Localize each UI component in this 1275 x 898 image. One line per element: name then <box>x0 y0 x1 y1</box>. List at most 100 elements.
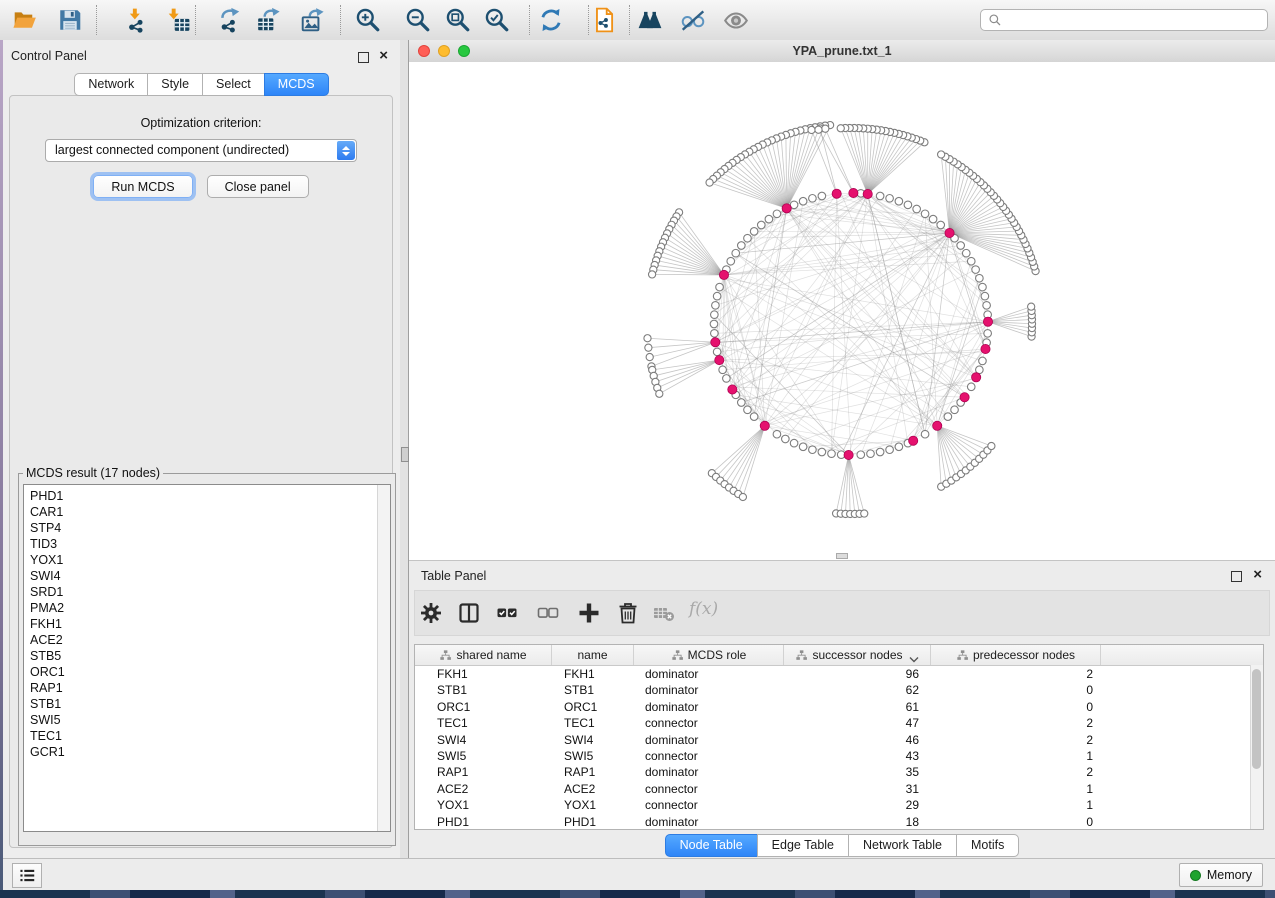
mcds-result-item[interactable]: SWI5 <box>30 712 390 728</box>
share-document-icon[interactable] <box>591 7 617 33</box>
table-row[interactable]: TEC1TEC1connector472 <box>415 715 1263 731</box>
tree-icon <box>671 649 684 662</box>
table-cell: 35 <box>784 764 931 780</box>
mcds-result-item[interactable]: YOX1 <box>30 552 390 568</box>
mcds-result-item[interactable]: TEC1 <box>30 728 390 744</box>
tab-network-table[interactable]: Network Table <box>848 834 957 857</box>
show-eye-icon[interactable] <box>723 7 749 33</box>
table-row[interactable]: YOX1YOX1connector291 <box>415 797 1263 813</box>
column-header-shared-name[interactable]: shared name <box>415 645 552 665</box>
binoculars-icon[interactable] <box>637 7 663 33</box>
zoom-in-icon[interactable] <box>355 7 381 33</box>
mcds-result-item[interactable]: TID3 <box>30 536 390 552</box>
mcds-result-item[interactable]: STB1 <box>30 696 390 712</box>
function-builder-icon[interactable]: f(x) <box>689 599 718 619</box>
table-row[interactable]: ACE2ACE2connector311 <box>415 781 1263 797</box>
column-header-MCDS-role[interactable]: MCDS role <box>634 645 784 665</box>
network-view-canvas[interactable] <box>409 62 1275 560</box>
table-row[interactable]: SWI4SWI4dominator462 <box>415 732 1263 748</box>
list-icon <box>19 868 36 883</box>
mcds-result-item[interactable]: PHD1 <box>30 488 390 504</box>
canvas-splitter-handle[interactable] <box>836 553 848 559</box>
mcds-result-item[interactable]: STB5 <box>30 648 390 664</box>
delete-row-icon[interactable] <box>616 601 640 625</box>
table-row[interactable]: PHD1PHD1dominator180 <box>415 814 1263 830</box>
close-panel-button[interactable]: Close panel <box>207 175 309 198</box>
table-row[interactable]: RAP1RAP1dominator352 <box>415 764 1263 780</box>
float-table-panel-icon[interactable] <box>1231 571 1242 582</box>
table-scrollbar-thumb[interactable] <box>1252 669 1261 769</box>
vertical-splitter[interactable] <box>400 40 409 858</box>
table-cell: 0 <box>931 682 1101 698</box>
run-mcds-button[interactable]: Run MCDS <box>93 175 192 198</box>
float-panel-icon[interactable] <box>358 52 369 63</box>
import-network-icon[interactable] <box>124 7 150 33</box>
deselect-all-icon[interactable] <box>536 601 560 625</box>
export-image-icon[interactable] <box>300 7 326 33</box>
tab-motifs[interactable]: Motifs <box>956 834 1019 857</box>
toolbar-separator <box>340 5 341 35</box>
search-box[interactable] <box>980 9 1268 31</box>
splitter-grip[interactable] <box>401 447 409 462</box>
tab-edge-table[interactable]: Edge Table <box>757 834 849 857</box>
mcds-result-item[interactable]: SWI4 <box>30 568 390 584</box>
tab-node-table[interactable]: Node Table <box>665 834 758 857</box>
mcds-list-scrollbar[interactable] <box>377 485 390 831</box>
tab-select[interactable]: Select <box>202 73 265 96</box>
tab-style[interactable]: Style <box>147 73 203 96</box>
hide-details-icon[interactable] <box>680 7 706 33</box>
table-cell: TEC1 <box>552 715 634 731</box>
select-all-icon[interactable] <box>495 601 519 625</box>
mcds-result-item[interactable]: GCR1 <box>30 744 390 760</box>
table-cell: 2 <box>931 764 1101 780</box>
memory-button[interactable]: Memory <box>1179 863 1263 887</box>
export-table-icon[interactable] <box>256 7 282 33</box>
column-header-name[interactable]: name <box>552 645 634 665</box>
show-column-panel-icon[interactable] <box>457 601 481 625</box>
delete-table-icon[interactable] <box>652 601 676 625</box>
refresh-layout-icon[interactable] <box>538 7 564 33</box>
mcds-result-item[interactable]: CAR1 <box>30 504 390 520</box>
import-table-icon[interactable] <box>165 7 191 33</box>
mcds-result-item[interactable]: ACE2 <box>30 632 390 648</box>
column-header-predecessor-nodes[interactable]: predecessor nodes <box>931 645 1101 665</box>
close-panel-icon[interactable]: × <box>379 50 388 62</box>
table-row[interactable]: STB1STB1dominator620 <box>415 682 1263 698</box>
table-scrollbar[interactable] <box>1250 665 1263 829</box>
add-row-icon[interactable] <box>577 601 601 625</box>
table-row[interactable]: SWI5SWI5connector431 <box>415 748 1263 764</box>
mcds-result-item[interactable]: SRD1 <box>30 584 390 600</box>
column-header-successor-nodes[interactable]: successor nodes <box>784 645 931 665</box>
export-network-icon[interactable] <box>217 7 243 33</box>
table-cell: connector <box>634 797 784 813</box>
task-history-button[interactable] <box>12 863 42 888</box>
save-session-icon[interactable] <box>57 7 83 33</box>
network-window-titlebar[interactable]: YPA_prune.txt_1 <box>409 40 1275 63</box>
mcds-result-item[interactable]: RAP1 <box>30 680 390 696</box>
close-table-panel-icon[interactable]: × <box>1253 569 1262 581</box>
mcds-result-item[interactable]: FKH1 <box>30 616 390 632</box>
tab-network[interactable]: Network <box>74 73 148 96</box>
open-file-icon[interactable] <box>12 7 38 33</box>
optimization-criterion-select[interactable]: largest connected component (undirected) <box>45 139 357 162</box>
table-cell: YOX1 <box>415 797 552 813</box>
table-cell: ACE2 <box>552 781 634 797</box>
table-settings-icon[interactable] <box>419 601 443 625</box>
mcds-result-list[interactable]: PHD1CAR1STP4TID3YOX1SWI4SRD1PMA2FKH1ACE2… <box>23 484 391 832</box>
mcds-button-row: Run MCDS Close panel <box>10 175 392 198</box>
sort-chevron-icon[interactable] <box>909 652 919 659</box>
table-cell: ORC1 <box>415 699 552 715</box>
mcds-result-item[interactable]: ORC1 <box>30 664 390 680</box>
tab-mcds[interactable]: MCDS <box>264 73 329 96</box>
zoom-selected-icon[interactable] <box>484 7 510 33</box>
zoom-out-icon[interactable] <box>405 7 431 33</box>
zoom-fit-icon[interactable] <box>445 7 471 33</box>
mcds-result-item[interactable]: STP4 <box>30 520 390 536</box>
table-row[interactable]: FKH1FKH1dominator962 <box>415 666 1263 682</box>
node-table[interactable]: shared namenameMCDS rolesuccessor nodesp… <box>414 644 1264 830</box>
mcds-result-item[interactable]: PMA2 <box>30 600 390 616</box>
search-input[interactable] <box>1006 10 1267 30</box>
network-window: YPA_prune.txt_1 <box>409 40 1275 560</box>
table-cell: ACE2 <box>415 781 552 797</box>
table-row[interactable]: ORC1ORC1dominator610 <box>415 699 1263 715</box>
